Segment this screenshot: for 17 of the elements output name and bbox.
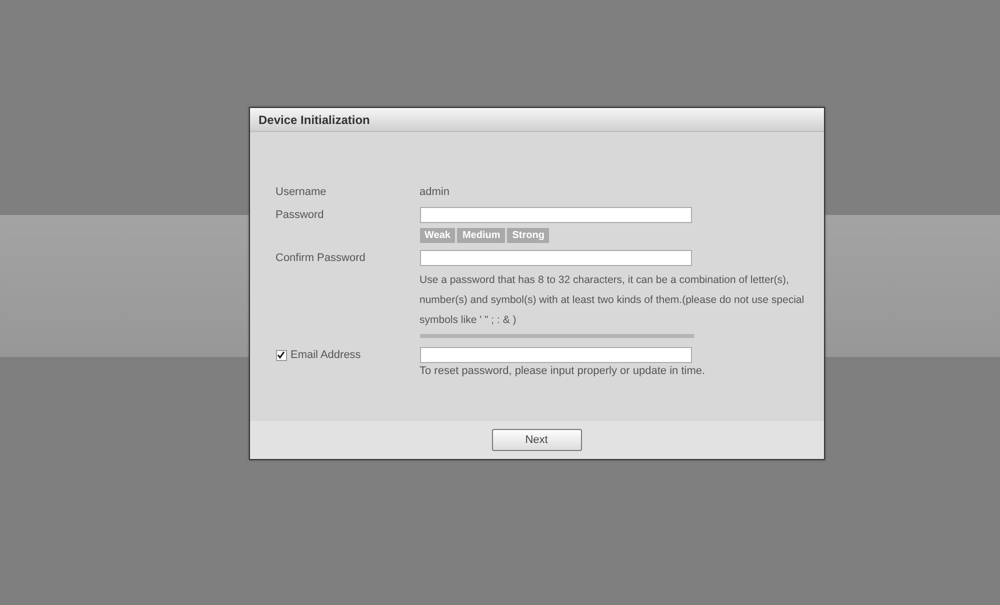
email-note: To reset password, please input properly or update in time. <box>420 365 706 377</box>
dialog-title: Device Initialization <box>250 108 824 132</box>
field-label: Confirm Password <box>276 251 366 266</box>
strength-segment: Strong <box>507 228 550 243</box>
check-icon <box>277 351 285 359</box>
confirm-password-field[interactable] <box>420 250 692 266</box>
email-checkbox[interactable] <box>276 350 286 360</box>
field-label: Username <box>276 185 328 200</box>
strength-segment: Medium <box>457 228 506 243</box>
next-button[interactable]: Next <box>492 429 582 451</box>
username-value: admin <box>420 185 450 200</box>
field-label: Email Address <box>290 348 361 363</box>
strength-segment: Weak <box>420 228 456 243</box>
password-hint: Use a password that has 8 to 32 characters, it can be a combination of letter(s), number(s) and symbol(s) with at least two kinds of them.(please do not use special symbols like ' " ; : & ) <box>420 273 806 328</box>
field-label: Password <box>276 208 325 223</box>
password-field[interactable] <box>420 207 692 223</box>
email-field[interactable] <box>420 347 692 363</box>
